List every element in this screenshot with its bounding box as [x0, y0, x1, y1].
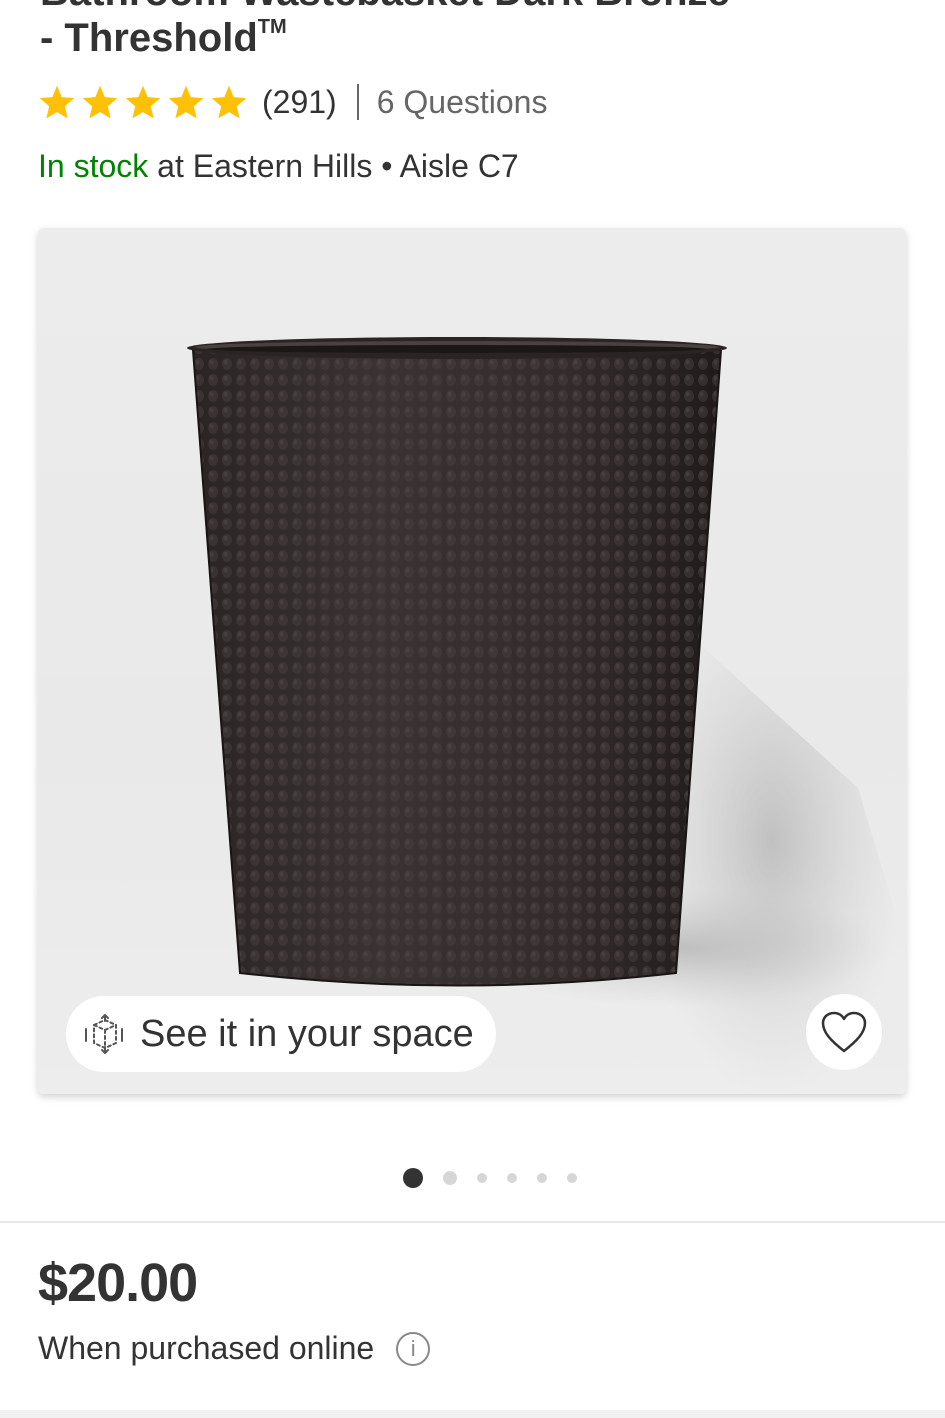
- star-icon: [39, 85, 75, 119]
- carousel-dot[interactable]: [536, 1173, 547, 1183]
- product-image: [187, 337, 906, 1094]
- rating-divider: [356, 84, 359, 120]
- carousel-dot[interactable]: [566, 1173, 577, 1183]
- section-divider: [0, 1221, 945, 1223]
- product-title-text: - Threshold: [40, 16, 258, 60]
- bottom-divider: [0, 1410, 945, 1418]
- stock-status: In stock: [38, 148, 149, 184]
- ar-cube-icon: [85, 1014, 123, 1054]
- heart-outline-icon: [821, 1011, 867, 1053]
- carousel-dot[interactable]: [442, 1171, 457, 1185]
- review-count-link[interactable]: (291): [262, 84, 337, 121]
- price: $20.00: [38, 1253, 198, 1313]
- favorite-button[interactable]: [806, 994, 882, 1070]
- stock-location[interactable]: at Eastern Hills • Aisle C7: [148, 148, 519, 184]
- star-icon: [82, 85, 118, 119]
- see-in-your-space-label: See it in your space: [140, 1012, 474, 1055]
- trademark-symbol: TM: [257, 16, 287, 38]
- see-in-your-space-button[interactable]: See it in your space: [66, 996, 496, 1072]
- carousel-indicator: [0, 1166, 945, 1190]
- star-icon: [211, 85, 247, 119]
- stock-info: In stock at Eastern Hills • Aisle C7: [38, 148, 519, 185]
- questions-link[interactable]: 6 Questions: [377, 84, 548, 121]
- star-icon: [168, 85, 204, 119]
- product-title-clipped-line: Bathroom Wastebasket Dark Bronze: [40, 0, 730, 12]
- price-note: When purchased online: [38, 1330, 375, 1366]
- carousel-dot[interactable]: [506, 1173, 517, 1183]
- carousel-dot[interactable]: [402, 1168, 423, 1188]
- rating-stars[interactable]: [38, 84, 248, 120]
- product-title: - ThresholdTM: [40, 16, 287, 60]
- star-icon: [125, 85, 161, 119]
- carousel-dot[interactable]: [476, 1173, 487, 1183]
- price-note-row: When purchased online i: [38, 1330, 431, 1367]
- rating-row: (291) 6 Questions: [38, 82, 547, 122]
- info-icon[interactable]: i: [396, 1331, 431, 1366]
- product-image-card[interactable]: See it in your space: [38, 228, 906, 1094]
